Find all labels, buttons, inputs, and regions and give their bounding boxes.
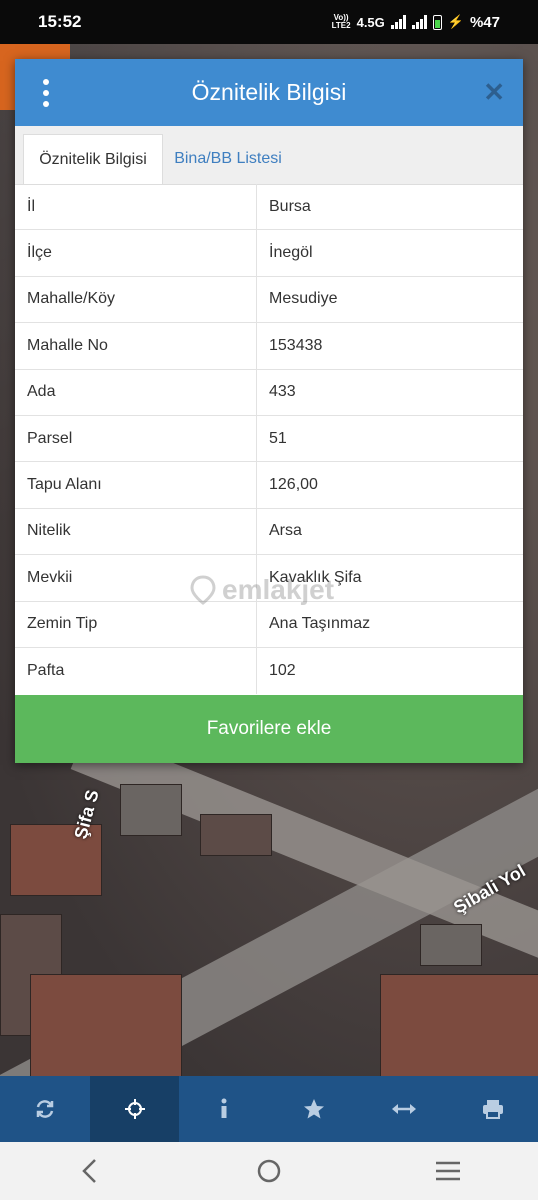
volte-indicator: Vo)) LTE2 <box>331 13 351 30</box>
status-icons: Vo)) LTE2 4.5G ⚡ %47 <box>332 14 500 31</box>
status-bar: 15:52 Vo)) LTE2 4.5G ⚡ %47 <box>0 0 538 44</box>
row-key: Zemin Tip <box>15 601 257 647</box>
row-value: Bursa <box>269 197 311 215</box>
row-value: 51 <box>269 429 287 447</box>
row-value: Mesudiye <box>269 290 338 308</box>
refresh-icon[interactable] <box>0 1076 90 1142</box>
row-value: Arsa <box>269 522 302 540</box>
tab-bar: Öznitelik Bilgisi Bina/BB Listesi <box>15 126 523 185</box>
row-value: İnegöl <box>269 244 313 262</box>
map-building <box>200 814 272 856</box>
watermark-pin-icon <box>190 575 216 605</box>
status-time: 15:52 <box>38 12 82 31</box>
attribute-info-dialog: Öznitelik Bilgisi ✕ Öznitelik Bilgisi Bi… <box>15 59 523 763</box>
row-key: Nitelik <box>15 508 257 555</box>
row-value: 433 <box>269 383 296 401</box>
row-key: Parsel <box>15 415 257 462</box>
add-to-favorites-button[interactable]: Favorilere ekle <box>15 695 523 763</box>
map-building <box>420 924 482 966</box>
row-value: Ana Taşınmaz <box>269 615 371 633</box>
row-key: İl <box>15 184 257 230</box>
back-icon[interactable] <box>60 1151 120 1191</box>
info-icon[interactable] <box>179 1076 269 1142</box>
measure-icon[interactable] <box>359 1076 449 1142</box>
recent-apps-icon[interactable] <box>418 1151 478 1191</box>
map-toolbar <box>0 1076 538 1142</box>
table-row: Parsel 51 <box>15 415 523 463</box>
row-key: Mahalle/Köy <box>15 276 257 323</box>
tab-attribute-info[interactable]: Öznitelik Bilgisi <box>23 134 163 184</box>
table-row: Pafta 102 <box>15 647 523 695</box>
star-icon[interactable] <box>269 1076 359 1142</box>
signal-icon <box>411 15 427 29</box>
map-building <box>120 784 182 836</box>
row-value: 126,00 <box>269 476 318 494</box>
row-key: Mahalle No <box>15 323 257 369</box>
system-nav-bar <box>0 1142 538 1200</box>
row-key: Pafta <box>15 647 257 695</box>
dialog-title: Öznitelik Bilgisi <box>191 79 347 105</box>
table-row: Mahalle/Köy Mesudiye <box>15 276 523 324</box>
dialog-header: Öznitelik Bilgisi ✕ <box>15 59 523 126</box>
battery-icon <box>432 14 442 30</box>
kebab-menu-icon[interactable] <box>39 79 53 107</box>
network-type: 4.5G <box>356 14 385 30</box>
attribute-table: İl Bursa İlçe İnegöl Mahalle/Köy Mesudiye M… <box>15 184 523 695</box>
row-key: İlçe <box>15 230 257 276</box>
locate-icon[interactable] <box>89 1076 180 1142</box>
battery-percent: %47 <box>469 13 500 31</box>
row-value: 102 <box>269 662 296 680</box>
row-value: 153438 <box>269 336 323 354</box>
map-building <box>380 974 538 1076</box>
print-icon[interactable] <box>448 1076 538 1142</box>
table-row: Mahalle No 153438 <box>15 323 523 370</box>
home-icon[interactable] <box>239 1151 299 1191</box>
charging-icon: ⚡ <box>447 14 464 29</box>
table-row: Nitelik Arsa <box>15 508 523 556</box>
table-row: Ada 433 <box>15 369 523 416</box>
table-row: Zemin Tip Ana Taşınmaz <box>15 601 523 648</box>
tab-building-list[interactable]: Bina/BB Listesi <box>163 134 293 184</box>
watermark-text: emlakjet <box>222 574 335 605</box>
close-icon[interactable]: ✕ <box>483 77 505 107</box>
row-key: Ada <box>15 369 257 415</box>
table-row: İl Bursa <box>15 184 523 231</box>
map-building <box>30 974 182 1076</box>
table-row: İlçe İnegöl <box>15 230 523 277</box>
watermark: emlakjet <box>190 574 334 606</box>
row-key: Tapu Alanı <box>15 462 257 508</box>
table-row: Tapu Alanı 126,00 <box>15 462 523 509</box>
signal-icon <box>390 15 406 29</box>
